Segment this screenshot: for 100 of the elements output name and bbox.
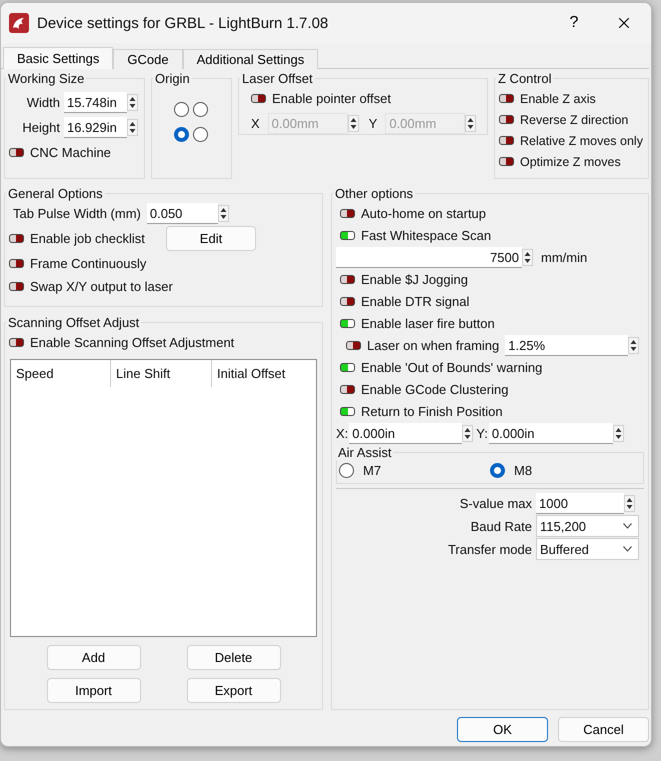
number-field[interactable]: 15.748in xyxy=(64,92,127,113)
field-label: X xyxy=(251,116,260,131)
toggle-switch[interactable] xyxy=(340,407,355,416)
toggle-switch[interactable] xyxy=(9,259,24,268)
radio-button[interactable] xyxy=(174,102,189,117)
number-field[interactable]: 0.050 xyxy=(146,203,218,224)
toggle-label: Reverse Z direction xyxy=(520,112,628,126)
spinner-arrows-icon[interactable] xyxy=(522,249,533,266)
chevron-down-icon xyxy=(623,546,632,552)
toggle-switch[interactable] xyxy=(340,319,355,328)
toggle-label: Optimize Z moves xyxy=(520,154,621,168)
action-button[interactable]: Import xyxy=(46,678,140,703)
radio-button[interactable] xyxy=(174,127,189,142)
group-title: Origin xyxy=(154,71,191,86)
field-label: Tab Pulse Width (mm) xyxy=(13,206,141,221)
toggle-label: Enable laser fire button xyxy=(361,316,495,331)
toggle-label: Auto-home on startup xyxy=(361,206,486,221)
radio-button[interactable] xyxy=(339,463,354,478)
field-label: S-value max xyxy=(458,496,532,511)
toggle-label: Fast Whitespace Scan xyxy=(361,228,492,243)
field-label: Y xyxy=(368,116,378,131)
group-title: Air Assist xyxy=(337,445,392,460)
tab[interactable]: GCode xyxy=(113,49,183,69)
number-field[interactable]: 1000 xyxy=(536,493,624,514)
action-button[interactable]: Export xyxy=(186,678,280,703)
dropdown[interactable]: Buffered xyxy=(536,538,639,560)
toggle-label: Enable job checklist xyxy=(30,231,146,246)
toggle-label: Enable pointer offset xyxy=(272,91,392,106)
toggle-label: Enable 'Out of Bounds' warning xyxy=(361,360,542,375)
group-title: General Options xyxy=(7,186,104,201)
toggle-switch[interactable] xyxy=(9,234,24,243)
toggle-switch[interactable] xyxy=(340,297,355,306)
toggle-switch[interactable] xyxy=(340,363,355,372)
tab[interactable]: Basic Settings xyxy=(3,47,114,69)
toggle-switch[interactable] xyxy=(340,231,355,240)
toggle-label: Enable Z axis xyxy=(520,92,596,106)
spinner-arrows-icon[interactable] xyxy=(462,425,474,442)
toggle-switch[interactable] xyxy=(340,385,355,394)
field-label: Width xyxy=(26,95,60,110)
help-button[interactable]: ? xyxy=(551,3,597,43)
radio-button[interactable] xyxy=(193,127,208,142)
spinner-arrows-icon[interactable] xyxy=(624,495,635,512)
toggle-label: Enable GCode Clustering xyxy=(361,382,508,397)
toggle-switch[interactable] xyxy=(340,275,355,284)
dropdown[interactable]: 115,200 xyxy=(536,515,639,537)
toggle-label: Frame Continuously xyxy=(30,256,146,271)
spinner-arrows-icon[interactable] xyxy=(218,205,229,222)
toggle-label: Return to Finish Position xyxy=(361,404,503,419)
dialog-button[interactable]: OK xyxy=(457,717,548,742)
toggle-switch[interactable] xyxy=(499,115,514,124)
radio-button[interactable] xyxy=(193,102,208,117)
toggle-label: Relative Z moves only xyxy=(520,134,643,148)
radio-button[interactable] xyxy=(490,463,505,478)
spinner-arrows-icon[interactable] xyxy=(348,115,359,132)
group-title: Other options xyxy=(334,186,414,201)
field-label: Transfer mode xyxy=(446,542,532,556)
number-field[interactable]: 16.929in xyxy=(64,117,127,138)
toggle-switch[interactable] xyxy=(9,338,24,347)
group-title: Laser Offset xyxy=(241,71,314,86)
toggle-switch[interactable] xyxy=(251,94,266,103)
radio-label: M7 xyxy=(363,463,382,478)
number-field[interactable]: 7500 xyxy=(336,247,522,268)
spinner-arrows-icon[interactable] xyxy=(127,94,138,111)
toggle-label: Enable Scanning Offset Adjustment xyxy=(30,335,234,350)
toggle-switch[interactable] xyxy=(499,94,514,103)
spinner-arrows-icon[interactable] xyxy=(612,425,624,442)
column-header: Initial Offset xyxy=(216,365,286,383)
toggle-label: Enable $J Jogging xyxy=(361,272,468,287)
spinner-arrows-icon[interactable] xyxy=(628,337,640,354)
toggle-switch[interactable] xyxy=(346,341,361,350)
action-button[interactable]: Delete xyxy=(186,645,280,670)
unit-label: mm/min xyxy=(541,250,588,265)
field-label: X: xyxy=(336,426,348,441)
toggle-label: Swap X/Y output to laser xyxy=(30,279,173,294)
field-label: Baud Rate xyxy=(470,518,532,534)
spinner-arrows-icon[interactable] xyxy=(127,119,138,136)
toggle-label: Laser on when framing xyxy=(367,338,500,353)
edit-button[interactable]: Edit xyxy=(166,226,256,251)
tab[interactable]: Additional Settings xyxy=(182,49,318,69)
dialog-button[interactable]: Cancel xyxy=(558,717,649,742)
window-title: Device settings for GRBL - LightBurn 1.7.08 xyxy=(37,14,330,32)
column-header: Line Shift xyxy=(111,360,212,387)
toggle-switch[interactable] xyxy=(9,148,24,157)
group-title: Scanning Offset Adjust xyxy=(7,315,140,330)
column-header: Speed xyxy=(11,360,111,387)
chevron-down-icon xyxy=(623,523,632,529)
number-field[interactable]: 0.000in xyxy=(488,423,613,444)
toggle-switch[interactable] xyxy=(499,157,514,166)
group-title: Z Control xyxy=(497,71,552,86)
radio-label: M8 xyxy=(514,463,532,478)
number-field[interactable]: 0.000in xyxy=(349,423,462,444)
toggle-switch[interactable] xyxy=(340,209,355,218)
toggle-switch[interactable] xyxy=(9,282,24,291)
action-button[interactable]: Add xyxy=(46,645,140,670)
app-icon xyxy=(9,13,29,33)
field-label: Height xyxy=(22,120,60,135)
field-label: Y: xyxy=(476,426,488,441)
toggle-switch[interactable] xyxy=(499,136,514,145)
number-field[interactable]: 1.25% xyxy=(505,335,628,356)
spinner-arrows-icon[interactable] xyxy=(465,115,476,132)
